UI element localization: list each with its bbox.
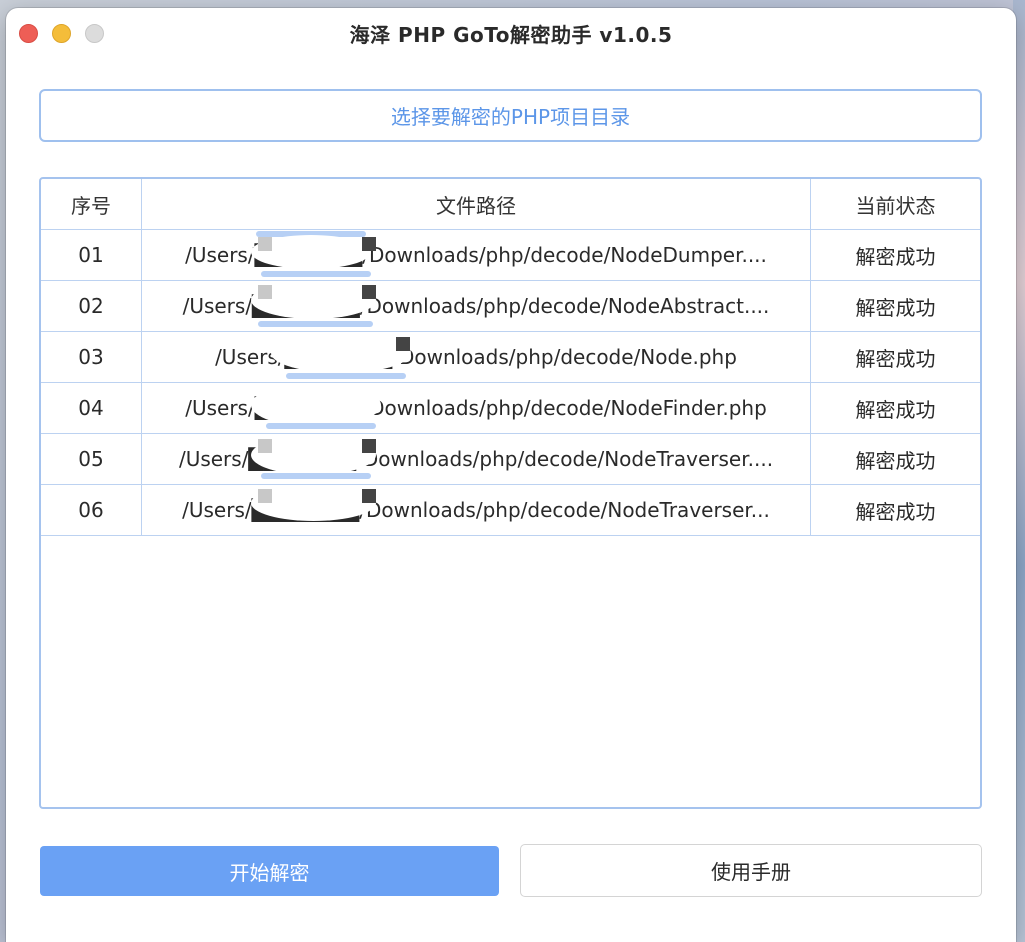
table-row[interactable]: 03 /Users/███████/Downloads/php/decode/N… [41,332,980,383]
row-index: 03 [41,332,142,382]
row-status: 解密成功 [855,244,936,269]
row-file-path: /Users/███████/Downloads/php/decode/Node… [142,485,811,535]
title-bar: 海泽 PHP GoTo解密助手 v1.0.5 [6,8,1016,56]
row-status: 解密成功 [855,346,936,371]
user-manual-button[interactable]: 使用手册 [520,844,982,897]
table-row[interactable]: 02 /Users/███████/Downloads/php/decode/N… [41,281,980,332]
row-index: 05 [41,434,142,484]
table-row[interactable]: 06 /Users/███████/Downloads/php/decode/N… [41,485,980,536]
row-status: 解密成功 [855,397,936,422]
row-file-path: /Users/███████/Downloads/php/decode/Node… [142,383,811,433]
row-status: 解密成功 [855,448,936,473]
header-index: 序号 [41,179,142,229]
table-row[interactable]: 04 /Users/███████/Downloads/php/decode/N… [41,383,980,434]
header-status: 当前状态 [855,193,936,218]
row-file-path: /Users/███████/Downloads/php/decode/Node… [142,434,811,484]
row-file-path: /Users/███████/Downloads/php/decode/Node… [142,230,811,280]
start-decrypt-button[interactable]: 开始解密 [40,846,499,896]
table-row[interactable]: 05 /Users/███████/Downloads/php/decode/N… [41,434,980,485]
row-file-path: /Users/███████/Downloads/php/decode/Node… [142,332,811,382]
table-row[interactable]: 01 /Users/███████/Downloads/php/decode/N… [41,230,980,281]
row-index: 06 [41,485,142,535]
table-header-row: 序号 文件路径 当前状态 [41,179,980,230]
row-index: 04 [41,383,142,433]
header-file-path: 文件路径 [142,179,811,229]
file-table: 序号 文件路径 当前状态 01 /Users/███████/Downloads… [39,177,982,809]
row-file-path: /Users/███████/Downloads/php/decode/Node… [142,281,811,331]
choose-directory-button[interactable]: 选择要解密的PHP项目目录 [39,89,982,142]
window-title: 海泽 PHP GoTo解密助手 v1.0.5 [349,23,673,47]
app-window: 海泽 PHP GoTo解密助手 v1.0.5 选择要解密的PHP项目目录 序号 … [6,8,1016,942]
row-status: 解密成功 [855,499,936,524]
row-index: 01 [41,230,142,280]
row-status: 解密成功 [855,295,936,320]
row-index: 02 [41,281,142,331]
